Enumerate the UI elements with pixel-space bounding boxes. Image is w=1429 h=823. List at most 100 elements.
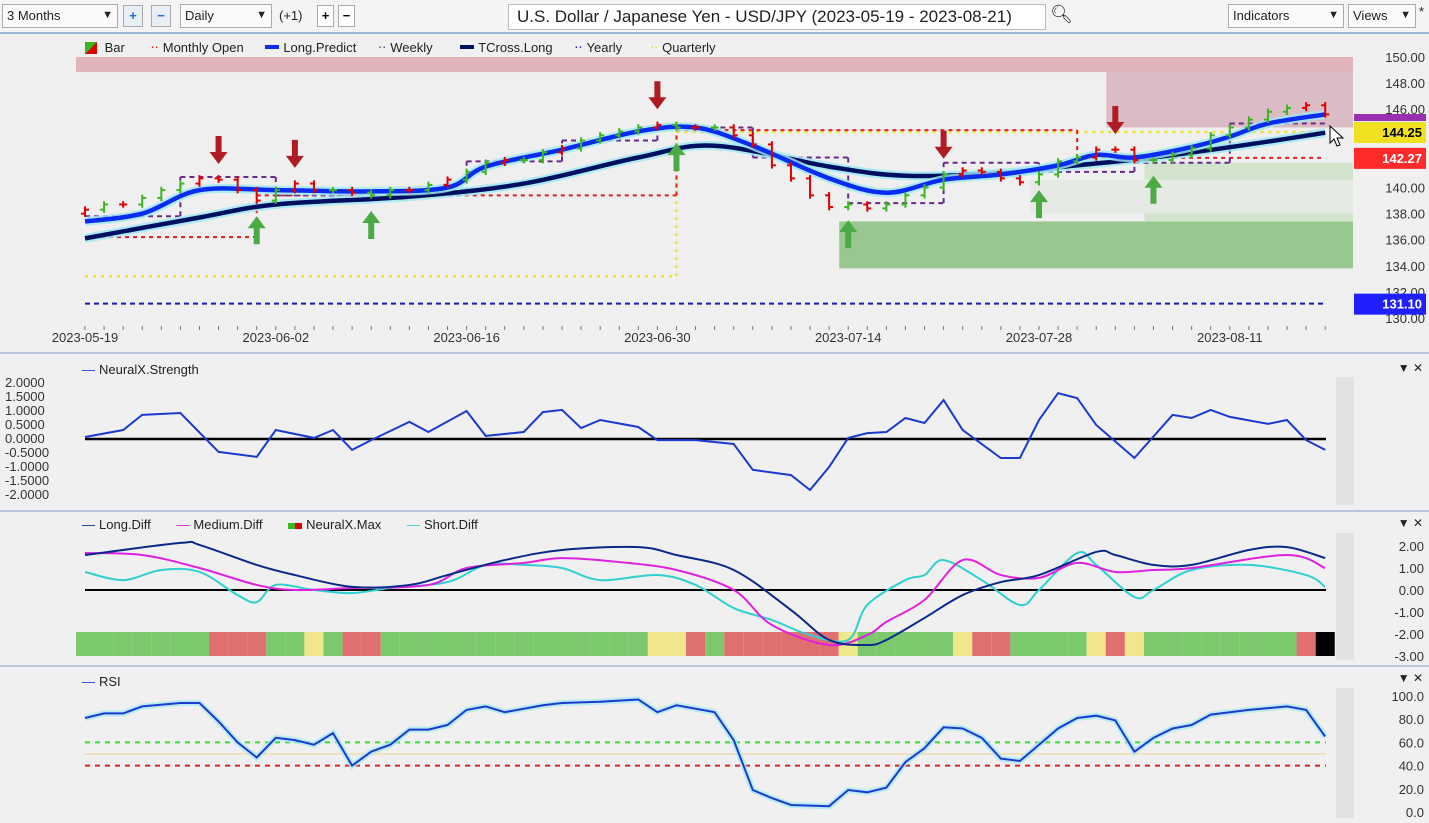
line-swatch-icon: — [82, 674, 95, 689]
price-axis-tick: 136.00 [1385, 233, 1425, 248]
neuralx-max-bar [189, 632, 210, 656]
line-swatch-icon: — [176, 517, 190, 532]
neuralx-max-bar [132, 632, 152, 656]
neuralx-max-bar [590, 632, 610, 656]
neuralx-max-bar [418, 632, 438, 656]
strength-axis-tick: 0.5000 [5, 417, 45, 432]
neuralx-max-bar [94, 632, 114, 656]
close-icon[interactable]: ✕ [1413, 361, 1423, 375]
neuralx-max-bar [457, 632, 477, 656]
neuralx-max-bar [705, 632, 725, 656]
date-axis-tick: 2023-05-19 [52, 330, 119, 345]
pane-background [0, 357, 1429, 510]
diff-axis-tick: 2.00 [1399, 539, 1424, 554]
neuralx-max-bar [724, 632, 744, 656]
pane-background [0, 668, 1429, 823]
line-swatch-icon: — [82, 362, 95, 377]
neuralx-max-bar [304, 632, 324, 656]
rsi-legend: — RSI [82, 674, 125, 689]
strength-axis-tick: -1.0000 [5, 459, 49, 474]
long-predict-price-label [1354, 114, 1426, 121]
strength-axis-tick: 1.0000 [5, 403, 45, 418]
neuralx-max-bar [1220, 632, 1240, 656]
neuralx-max-bar [209, 632, 229, 656]
neuralx-max-bar [380, 632, 400, 656]
legend-neuralx-strength: NeuralX.Strength [99, 362, 199, 377]
bar-swatch-icon [85, 42, 97, 54]
neuralx-max-bar [476, 632, 496, 656]
neuralx-max-bar [285, 632, 305, 656]
chart-canvas[interactable]: 150.00148.00146.00144.00142.00140.00138.… [0, 0, 1429, 823]
price-label-text: 142.27 [1382, 151, 1422, 166]
date-axis-tick: 2023-06-16 [433, 330, 500, 345]
neuralx-max-bar [437, 632, 458, 656]
neuralx-max-bar [628, 632, 648, 656]
price-label-text: 144.25 [1382, 125, 1422, 140]
neuralx-max-bar [686, 632, 706, 656]
rsi-axis-tick: 80.0 [1399, 712, 1424, 727]
neuralx-max-bar [1086, 632, 1106, 656]
price-axis-tick: 134.00 [1385, 259, 1425, 274]
rsi-axis-tick: 40.0 [1399, 759, 1424, 774]
neuralx-max-bar [1239, 632, 1259, 656]
neuralx-max-bar [1277, 632, 1297, 656]
neuralx-max-bar [266, 632, 286, 656]
neuralx-max-bar [514, 632, 534, 656]
pane-menu-icon[interactable]: ▼ [1398, 516, 1410, 530]
line-swatch-icon: — [406, 517, 420, 532]
price-label-text: 131.10 [1382, 297, 1422, 312]
neuralx-max-bar [1296, 632, 1316, 656]
line-swatch-icon [265, 45, 280, 49]
neuralx-max-bar [953, 632, 973, 656]
diff-axis-tick: -3.00 [1394, 649, 1424, 664]
diff-axis-tick: -2.00 [1394, 627, 1424, 642]
neuralx-max-bar [113, 632, 133, 656]
legend-rsi: RSI [99, 674, 121, 689]
close-icon[interactable]: ✕ [1413, 516, 1423, 530]
neuralx-max-bar [991, 632, 1011, 656]
neuralx-max-bar [1124, 632, 1144, 656]
dash-swatch-icon: ‧‧ [150, 40, 159, 55]
neuralx-max-bar [151, 632, 171, 656]
strength-pane-controls: ▼ ✕ [1398, 361, 1423, 375]
line-swatch-icon: — [82, 517, 95, 532]
neuralx-max-bar [914, 632, 935, 656]
price-axis-tick: 150.00 [1385, 50, 1425, 65]
pane-menu-icon[interactable]: ▼ [1398, 361, 1410, 375]
price-zone [1030, 179, 1353, 214]
neuralx-max-bar [666, 632, 687, 656]
pane-menu-icon[interactable]: ▼ [1398, 671, 1410, 685]
legend-monthly-open: Monthly Open [162, 40, 244, 55]
neuralx-max-bar [533, 632, 553, 656]
neuralx-max-bar [1010, 632, 1030, 656]
neuralx-max-bar [972, 632, 992, 656]
date-axis-tick: 2023-06-02 [243, 330, 310, 345]
neuralx-max-bar [76, 632, 95, 656]
neuralx-max-bar [1163, 632, 1183, 656]
pane-scrollbar [1336, 533, 1354, 660]
price-axis-tick: 138.00 [1385, 207, 1425, 222]
price-zone [76, 57, 1353, 73]
date-axis-tick: 2023-07-28 [1006, 330, 1073, 345]
neuralx-max-bar [1201, 632, 1221, 656]
neuralx-max-bar [1258, 632, 1278, 656]
strength-axis-tick: 0.0000 [5, 431, 45, 446]
neuralx-max-bar [495, 632, 515, 656]
legend-yearly: Yearly [586, 40, 623, 55]
strength-axis-tick: 1.5000 [5, 389, 45, 404]
date-axis-tick: 2023-08-11 [1197, 330, 1263, 345]
neuralx-max-bar [781, 632, 801, 656]
price-legend: Bar ‧‧ Monthly Open Long.Predict ‧‧ Weekly… [85, 40, 720, 56]
diff-axis-tick: 1.00 [1399, 561, 1424, 576]
pane-scrollbar [1336, 688, 1354, 818]
neuralx-max-bar [323, 632, 343, 656]
close-icon[interactable]: ✕ [1413, 671, 1423, 685]
strength-axis-tick: 2.0000 [5, 375, 45, 390]
price-zone [839, 221, 1353, 269]
rsi-axis-tick: 0.0 [1406, 805, 1424, 820]
date-axis-tick: 2023-06-30 [624, 330, 691, 345]
neuralx-max-bar [1315, 632, 1335, 656]
neuralx-max-bar [1182, 632, 1202, 656]
price-axis-tick: 140.00 [1385, 181, 1425, 196]
neuralx-max-bar [1067, 632, 1087, 656]
